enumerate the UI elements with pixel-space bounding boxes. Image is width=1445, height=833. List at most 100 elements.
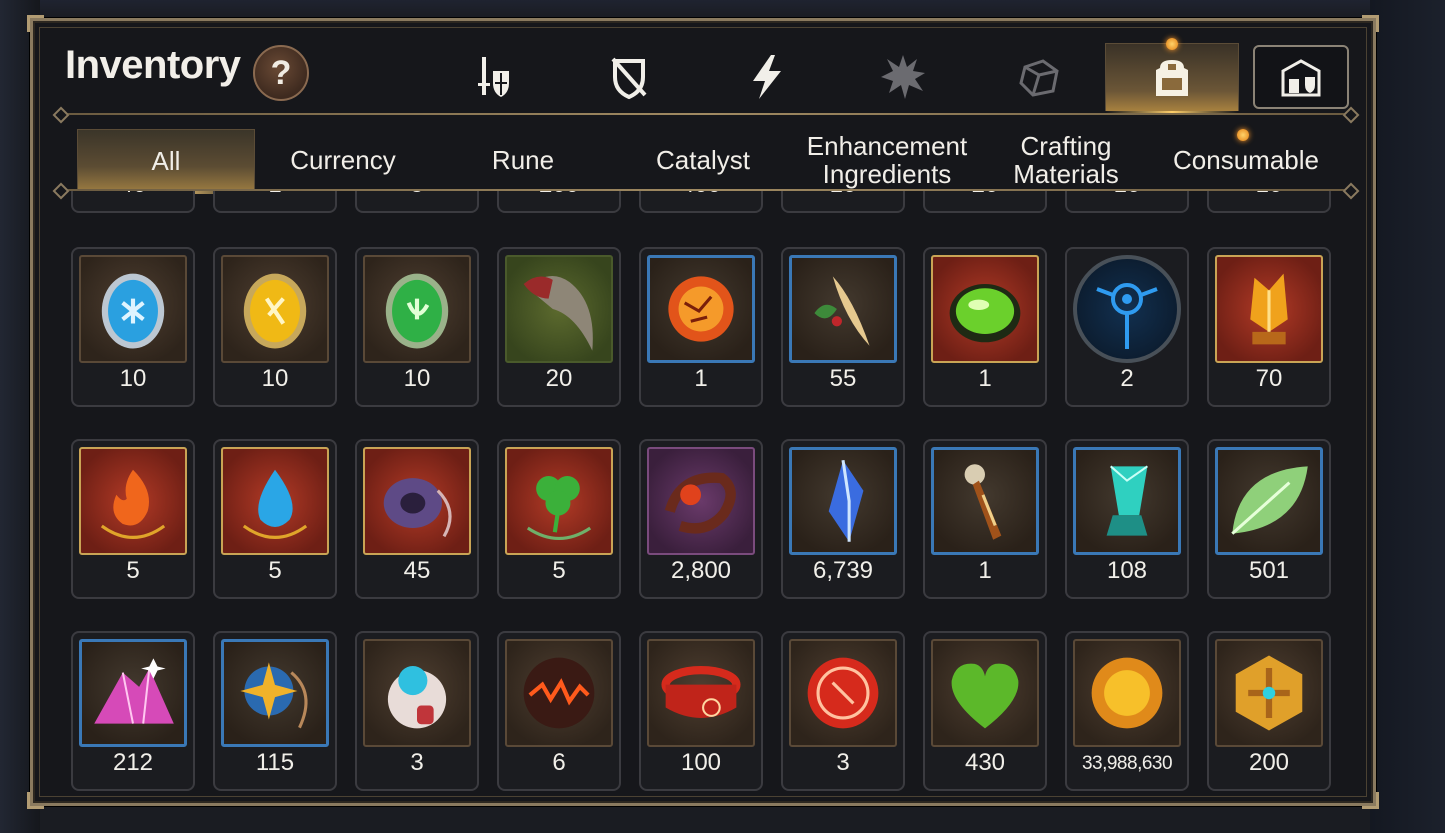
- item-slot[interactable]: 5: [355, 191, 479, 213]
- item-slot[interactable]: 2: [1065, 247, 1189, 407]
- item-slot[interactable]: 1: [213, 191, 337, 213]
- item-slot[interactable]: 1: [639, 247, 763, 407]
- item-slot[interactable]: 33,988,630: [1065, 631, 1189, 791]
- item-frame: [363, 447, 471, 555]
- item-slot[interactable]: 1: [923, 439, 1047, 599]
- item-count: 1: [215, 191, 335, 199]
- item-slot[interactable]: 400: [639, 191, 763, 213]
- item-slot[interactable]: 70: [1207, 247, 1331, 407]
- tab-currency[interactable]: Currency: [263, 129, 423, 191]
- tab-box[interactable]: [979, 43, 1099, 111]
- red-badge-icon: [807, 657, 879, 729]
- item-count: 6: [552, 749, 566, 776]
- tab-consumable-label: Consumable: [1173, 145, 1319, 175]
- item-count: 2,800: [670, 557, 732, 584]
- broken-shield-icon: [611, 57, 647, 100]
- item-frame: [79, 255, 187, 363]
- item-frame: [789, 255, 897, 363]
- item-slot[interactable]: 200: [497, 191, 621, 213]
- item-count: 200: [499, 191, 619, 199]
- red-bracelet-icon: [661, 665, 741, 718]
- tab-storage[interactable]: [1253, 45, 1349, 109]
- tab-all-label: All: [151, 145, 181, 176]
- item-slot[interactable]: 6,739: [781, 439, 905, 599]
- item-count: 115: [255, 749, 295, 776]
- tab-catalyst[interactable]: Catalyst: [623, 129, 783, 191]
- item-slot[interactable]: 20: [497, 247, 621, 407]
- pocket-watch-icon: [964, 464, 1002, 540]
- item-frame: [505, 447, 613, 555]
- item-grid: 40 1 5 200 400 10 20 10 10 10 10 10 20 1: [63, 191, 1343, 799]
- panel-corner: [1362, 15, 1379, 32]
- leaf-icon: [1231, 466, 1308, 535]
- tab-boost[interactable]: [707, 43, 827, 111]
- item-slot[interactable]: 20: [923, 191, 1047, 213]
- fire-pendant-icon: [100, 469, 166, 539]
- item-slot[interactable]: 3: [355, 631, 479, 791]
- item-count: 212: [112, 749, 154, 776]
- item-slot[interactable]: 1: [923, 247, 1047, 407]
- item-count: 70: [1255, 365, 1283, 392]
- item-slot[interactable]: 55: [781, 247, 905, 407]
- item-count: 10: [1067, 191, 1187, 199]
- item-frame: [221, 639, 329, 747]
- blue-rune-icon: [101, 273, 165, 349]
- tab-special[interactable]: [843, 43, 963, 111]
- amber-crystal-icon: [1250, 273, 1288, 345]
- lightning-icon: [753, 55, 781, 99]
- item-slot[interactable]: 6: [497, 631, 621, 791]
- item-count: 10: [403, 365, 431, 392]
- teal-crystal-icon: [1106, 465, 1148, 536]
- item-slot[interactable]: 3: [781, 631, 905, 791]
- item-frame: [931, 255, 1039, 363]
- storage-icon: [1281, 59, 1321, 97]
- item-count: 5: [126, 557, 140, 584]
- item-frame: [363, 639, 471, 747]
- item-slot[interactable]: 108: [1065, 439, 1189, 599]
- tab-crafting-materials[interactable]: Crafting Materials: [983, 129, 1149, 191]
- tab-all[interactable]: All: [77, 129, 255, 194]
- item-frame: [1215, 447, 1323, 555]
- tab-items[interactable]: [1105, 38, 1239, 115]
- tab-rune[interactable]: Rune: [443, 129, 603, 191]
- item-slot[interactable]: 115: [213, 631, 337, 791]
- item-slot[interactable]: 5: [213, 439, 337, 599]
- item-slot[interactable]: 212: [71, 631, 195, 791]
- item-slot[interactable]: 10: [213, 247, 337, 407]
- item-slot[interactable]: 10: [1065, 191, 1189, 213]
- item-frame: [931, 639, 1039, 747]
- tab-equipment[interactable]: [433, 43, 553, 111]
- tab-enhancement-ingredients[interactable]: Enhancement Ingredients: [799, 129, 975, 191]
- item-slot[interactable]: 10: [355, 247, 479, 407]
- item-slot[interactable]: 100: [639, 631, 763, 791]
- item-frame: [505, 639, 613, 747]
- item-slot[interactable]: 2,800: [639, 439, 763, 599]
- item-slot[interactable]: 200: [1207, 631, 1331, 791]
- item-slot[interactable]: 10: [1207, 191, 1331, 213]
- item-slot[interactable]: 10: [781, 191, 905, 213]
- item-count: 10: [783, 191, 903, 199]
- tab-crafting-label: Crafting Materials: [1013, 131, 1119, 189]
- tab-consumable[interactable]: Consumable: [1161, 129, 1331, 191]
- yellow-rune-icon: [243, 273, 307, 349]
- item-slot[interactable]: 40: [71, 191, 195, 213]
- tab-broken-gear[interactable]: [569, 43, 689, 111]
- panel-corner: [27, 792, 44, 809]
- item-slot[interactable]: 501: [1207, 439, 1331, 599]
- item-slot[interactable]: 45: [355, 439, 479, 599]
- item-slot[interactable]: 5: [497, 439, 621, 599]
- item-count: 3: [410, 749, 424, 776]
- panel-corner: [1362, 792, 1379, 809]
- item-count: 5: [268, 557, 282, 584]
- item-count: 20: [545, 365, 573, 392]
- help-button[interactable]: ?: [253, 45, 309, 101]
- item-frame: [79, 447, 187, 555]
- item-count: 400: [641, 191, 761, 199]
- item-slot[interactable]: 5: [71, 439, 195, 599]
- robot-gadget-icon: [387, 665, 447, 729]
- item-frame: [1073, 255, 1181, 363]
- item-frame: [221, 447, 329, 555]
- item-slot[interactable]: 10: [71, 247, 195, 407]
- item-slot[interactable]: 430: [923, 631, 1047, 791]
- item-count: 1: [694, 365, 708, 392]
